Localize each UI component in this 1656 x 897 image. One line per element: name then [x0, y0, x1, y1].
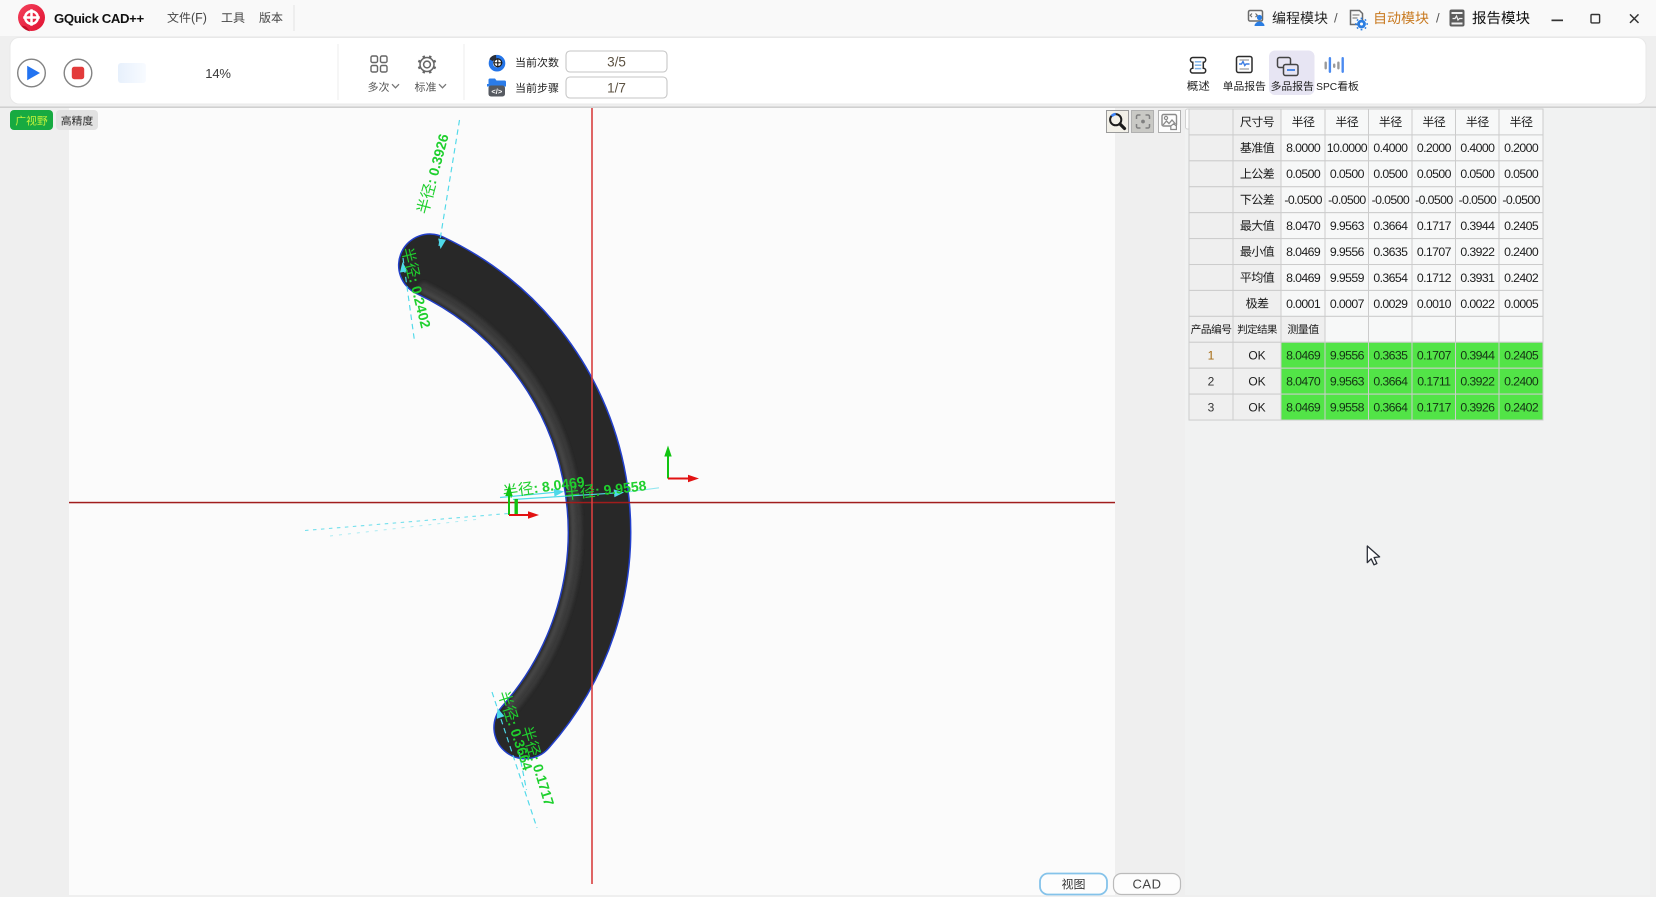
svg-text:0.2405: 0.2405: [1504, 349, 1539, 363]
svg-text:-0.0500: -0.0500: [1459, 193, 1497, 207]
svg-text:-0.0500: -0.0500: [1415, 193, 1453, 207]
svg-text:0.0500: 0.0500: [1417, 167, 1452, 181]
svg-text:CAD: CAD: [1133, 877, 1162, 892]
svg-text:0.0029: 0.0029: [1373, 297, 1408, 311]
svg-text:0.2000: 0.2000: [1504, 141, 1539, 155]
svg-text:0.3922: 0.3922: [1460, 375, 1495, 389]
svg-text:0.0500: 0.0500: [1373, 167, 1408, 181]
svg-text:9.9563: 9.9563: [1330, 219, 1365, 233]
svg-text:0.2402: 0.2402: [1504, 271, 1539, 285]
svg-text:0.2400: 0.2400: [1504, 245, 1539, 259]
svg-text:-0.0500: -0.0500: [1372, 193, 1410, 207]
svg-text:/: /: [1334, 11, 1338, 26]
svg-text:3/5: 3/5: [607, 55, 626, 70]
svg-text:2: 2: [1208, 374, 1215, 388]
svg-text:0.3664: 0.3664: [1373, 219, 1408, 233]
svg-text:0.4000: 0.4000: [1373, 141, 1408, 155]
svg-text:0.0005: 0.0005: [1504, 297, 1539, 311]
svg-text:</>: </>: [491, 87, 502, 96]
svg-text:0.0010: 0.0010: [1417, 297, 1452, 311]
svg-text:0.0500: 0.0500: [1330, 167, 1365, 181]
svg-text:9.9558: 9.9558: [1330, 400, 1365, 414]
svg-text:0.3654: 0.3654: [1373, 271, 1408, 285]
svg-text:0.2400: 0.2400: [1504, 375, 1539, 389]
svg-text:-0.0500: -0.0500: [1284, 193, 1322, 207]
svg-text:8.0469: 8.0469: [1286, 245, 1321, 259]
svg-text:0.3931: 0.3931: [1460, 271, 1495, 285]
svg-text:0.1717: 0.1717: [1417, 400, 1452, 414]
svg-text:10.0000: 10.0000: [1327, 141, 1368, 155]
svg-text:9.9559: 9.9559: [1330, 271, 1365, 285]
svg-text:0.1707: 0.1707: [1417, 245, 1452, 259]
svg-text:0.3944: 0.3944: [1460, 349, 1495, 363]
svg-text:0.3635: 0.3635: [1373, 349, 1408, 363]
svg-text:0.3944: 0.3944: [1460, 219, 1495, 233]
svg-text:8.0470: 8.0470: [1286, 219, 1321, 233]
svg-text:0.4000: 0.4000: [1460, 141, 1495, 155]
svg-text:0.3635: 0.3635: [1373, 245, 1408, 259]
svg-text:0.0500: 0.0500: [1504, 167, 1539, 181]
svg-text:14%: 14%: [205, 66, 231, 81]
svg-text:0.1711: 0.1711: [1417, 375, 1451, 389]
svg-text:1/7: 1/7: [607, 81, 626, 96]
svg-text:-0.0500: -0.0500: [1328, 193, 1366, 207]
svg-text:0.0500: 0.0500: [1460, 167, 1495, 181]
svg-text:0.3922: 0.3922: [1460, 245, 1495, 259]
svg-text:0.1707: 0.1707: [1417, 349, 1452, 363]
svg-text:0.1712: 0.1712: [1417, 271, 1452, 285]
svg-text:8.0470: 8.0470: [1286, 375, 1321, 389]
svg-text:SPC: SPC: [1316, 82, 1337, 93]
svg-text:1: 1: [1208, 349, 1215, 363]
svg-text:OK: OK: [1248, 400, 1265, 414]
svg-text:-0.0500: -0.0500: [1502, 193, 1540, 207]
svg-text:/: /: [1436, 11, 1440, 26]
svg-text:(F): (F): [191, 11, 207, 25]
svg-text:OK: OK: [1248, 349, 1265, 363]
svg-text:8.0469: 8.0469: [1286, 271, 1321, 285]
svg-text:9.9563: 9.9563: [1330, 375, 1365, 389]
svg-text:0.0001: 0.0001: [1286, 297, 1321, 311]
svg-text:0.3664: 0.3664: [1373, 400, 1408, 414]
svg-text:0.3926: 0.3926: [1460, 400, 1495, 414]
svg-text:0.2000: 0.2000: [1417, 141, 1452, 155]
svg-text:0.0500: 0.0500: [1286, 167, 1321, 181]
svg-text:0.2405: 0.2405: [1504, 219, 1539, 233]
svg-text:0.0022: 0.0022: [1460, 297, 1495, 311]
svg-text:0.3664: 0.3664: [1373, 375, 1408, 389]
svg-text:OK: OK: [1248, 374, 1265, 388]
svg-text:GQuick CAD++: GQuick CAD++: [54, 11, 144, 26]
svg-text:9.9556: 9.9556: [1330, 245, 1365, 259]
svg-text:0.2402: 0.2402: [1504, 400, 1539, 414]
svg-text:8.0469: 8.0469: [1286, 349, 1321, 363]
svg-text:8.0000: 8.0000: [1286, 141, 1321, 155]
svg-text:0.1717: 0.1717: [1417, 219, 1452, 233]
svg-text:9.9556: 9.9556: [1330, 349, 1365, 363]
svg-text:3: 3: [1208, 400, 1215, 414]
svg-text:8.0469: 8.0469: [1286, 400, 1321, 414]
svg-text:0.0007: 0.0007: [1330, 297, 1365, 311]
